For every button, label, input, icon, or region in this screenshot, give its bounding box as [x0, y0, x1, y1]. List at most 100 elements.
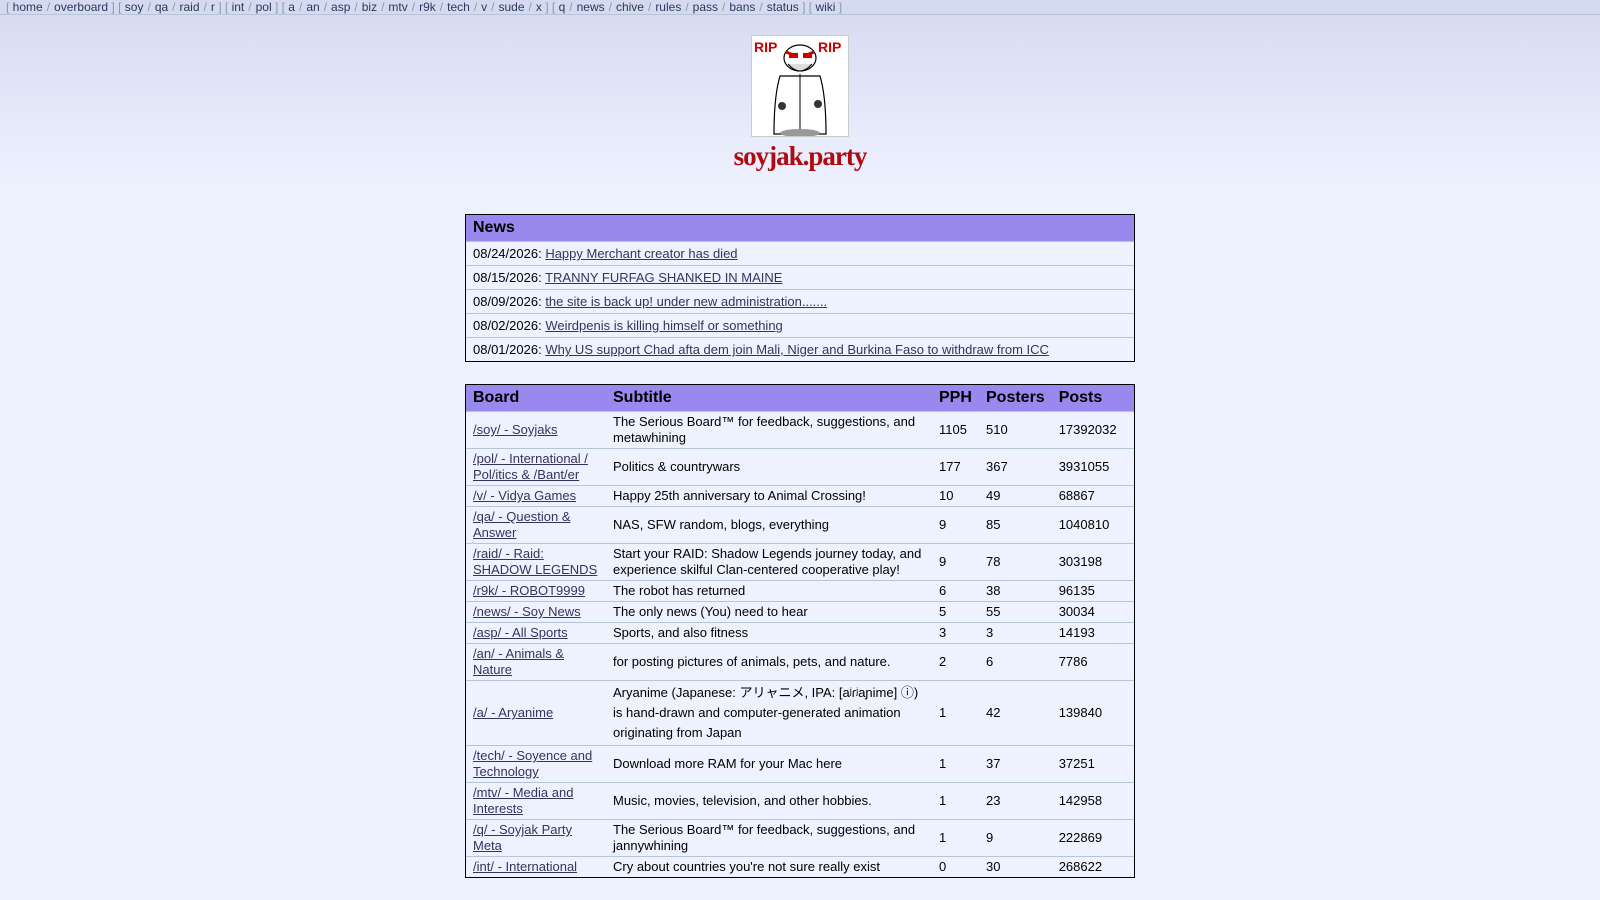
nav-link-overboard[interactable]: overboard	[54, 0, 108, 14]
board-row: /r9k/ - ROBOT9999 The robot has returned 6…	[466, 580, 1134, 602]
nav-link-v[interactable]: v	[481, 0, 487, 14]
board-row: /raid/ - Raid: SHADOW LEGENDS Start your …	[466, 543, 1134, 581]
board-link[interactable]: /a/ - Aryanime	[473, 705, 553, 720]
board-link[interactable]: /qa/ - Question & Answer	[473, 509, 571, 540]
nav-separator: /	[569, 0, 573, 14]
board-link[interactable]: /q/ - Soyjak Party Meta	[473, 822, 572, 853]
nav-separator: /	[439, 0, 444, 14]
boards-table: Board Subtitle PPH Posters Posts /soy/ -…	[466, 385, 1134, 877]
nav-link-home[interactable]: home	[13, 0, 43, 14]
nav-link-pol[interactable]: pol	[256, 0, 272, 14]
nav-separator: /	[147, 0, 151, 14]
board-row: /v/ - Vidya Games Happy 25th anniversary …	[466, 485, 1134, 507]
posts-cell: 3931055	[1051, 448, 1134, 486]
subtitle-cell: The Serious Board™ for feedback, suggest…	[606, 819, 932, 857]
nav-separator: /	[528, 0, 532, 14]
news-link[interactable]: Happy Merchant creator has died	[545, 246, 737, 261]
nav-link-sude[interactable]: sude	[499, 0, 525, 14]
subtitle-column-header: Subtitle	[606, 385, 932, 412]
posters-cell: 42	[979, 680, 1052, 746]
nav-link-asp[interactable]: asp	[331, 0, 350, 14]
pph-cell: 3	[932, 622, 979, 644]
board-link[interactable]: /tech/ - Soyence and Technology	[473, 748, 592, 779]
nav-link-news[interactable]: news	[577, 0, 605, 14]
board-link[interactable]: /r9k/ - ROBOT9999	[473, 583, 585, 598]
pph-column-header: PPH	[932, 385, 979, 412]
board-cell: /soy/ - Soyjaks	[466, 411, 606, 449]
news-heading: News	[466, 215, 1134, 241]
pph-cell: 9	[932, 543, 979, 581]
board-cell: /r9k/ - ROBOT9999	[466, 580, 606, 602]
subtitle-cell: NAS, SFW random, blogs, everything	[606, 506, 932, 544]
site-title: soyjak.party	[733, 141, 868, 171]
news-box: News 08/24/2026: Happy Merchant creator …	[465, 214, 1135, 362]
board-link[interactable]: /news/ - Soy News	[473, 604, 581, 619]
site-header: RIP RIP soyjak.party	[0, 15, 1600, 172]
nav-link-mtv[interactable]: mtv	[388, 0, 407, 14]
posts-cell: 1040810	[1051, 506, 1134, 544]
news-item: 08/15/2026: TRANNY FURFAG SHANKED IN MAI…	[466, 265, 1134, 289]
posters-cell: 85	[979, 506, 1052, 544]
posts-cell: 7786	[1051, 643, 1134, 681]
posts-column-header: Posts	[1051, 385, 1134, 412]
nav-separator: /	[203, 0, 207, 14]
nav-link-soy[interactable]: soy	[125, 0, 144, 14]
nav-link-status[interactable]: status	[767, 0, 799, 14]
nav-bracket: [	[224, 0, 232, 14]
board-cell: /q/ - Soyjak Party Meta	[466, 819, 606, 857]
nav-separator: /	[473, 0, 478, 14]
posters-cell: 30	[979, 856, 1052, 877]
news-link[interactable]: the site is back up! under new administr…	[545, 294, 827, 309]
board-link[interactable]: /raid/ - Raid: SHADOW LEGENDS	[473, 546, 597, 577]
nav-link-int[interactable]: int	[232, 0, 245, 14]
nav-link-rules[interactable]: rules	[655, 0, 681, 14]
board-link[interactable]: /v/ - Vidya Games	[473, 488, 576, 503]
pph-cell: 1	[932, 680, 979, 746]
posts-cell: 222869	[1051, 819, 1134, 857]
board-link[interactable]: /soy/ - Soyjaks	[473, 422, 558, 437]
news-link[interactable]: Why US support Chad afta dem join Mali, …	[545, 342, 1049, 357]
nav-link-an[interactable]: an	[306, 0, 319, 14]
nav-link-qa[interactable]: qa	[155, 0, 168, 14]
nav-link-biz[interactable]: biz	[362, 0, 377, 14]
board-link[interactable]: /pol/ - International / Pol/itics & /Ban…	[473, 451, 588, 482]
nav-link-bans[interactable]: bans	[729, 0, 755, 14]
nav-separator: /	[685, 0, 689, 14]
posts-cell: 303198	[1051, 543, 1134, 581]
nav-separator: /	[298, 0, 303, 14]
banner-image[interactable]: RIP RIP	[751, 35, 849, 137]
subtitle-cell: The robot has returned	[606, 580, 932, 602]
news-link[interactable]: Weirdpenis is killing himself or somethi…	[545, 318, 782, 333]
board-link[interactable]: /mtv/ - Media and Interests	[473, 785, 573, 816]
posters-cell: 49	[979, 485, 1052, 507]
board-link[interactable]: /an/ - Animals & Nature	[473, 646, 564, 677]
news-date: 08/02/2026:	[473, 318, 542, 333]
news-date: 08/15/2026:	[473, 270, 542, 285]
posts-cell: 96135	[1051, 580, 1134, 602]
board-row: /news/ - Soy News The only news (You) nee…	[466, 601, 1134, 623]
news-date: 08/24/2026:	[473, 246, 542, 261]
pph-cell: 1	[932, 745, 979, 783]
pph-cell: 0	[932, 856, 979, 877]
posters-cell: 9	[979, 819, 1052, 857]
board-cell: /v/ - Vidya Games	[466, 485, 606, 507]
posts-cell: 68867	[1051, 485, 1134, 507]
news-link[interactable]: TRANNY FURFAG SHANKED IN MAINE	[545, 270, 782, 285]
board-cell: /asp/ - All Sports	[466, 622, 606, 644]
nav-link-tech[interactable]: tech	[447, 0, 470, 14]
board-link[interactable]: /int/ - International	[473, 859, 577, 874]
nav-link-chive[interactable]: chive	[616, 0, 644, 14]
news-item: 08/24/2026: Happy Merchant creator has d…	[466, 241, 1134, 265]
pph-cell: 1105	[932, 411, 979, 449]
nav-link-raid[interactable]: raid	[180, 0, 200, 14]
nav-link-q[interactable]: q	[559, 0, 566, 14]
top-board-nav: [ home / overboard ] [ soy / qa / raid / r ] [ i…	[0, 0, 1600, 15]
subtitle-cell: Music, movies, television, and other hob…	[606, 782, 932, 820]
nav-bracket: ]	[214, 0, 225, 14]
nav-link-pass[interactable]: pass	[693, 0, 718, 14]
board-link[interactable]: /asp/ - All Sports	[473, 625, 568, 640]
nav-bracket: ]	[271, 0, 282, 14]
nav-link-r9k[interactable]: r9k	[419, 0, 436, 14]
nav-link-wiki[interactable]: wiki	[815, 0, 835, 14]
nav-link-a[interactable]: a	[288, 0, 295, 14]
